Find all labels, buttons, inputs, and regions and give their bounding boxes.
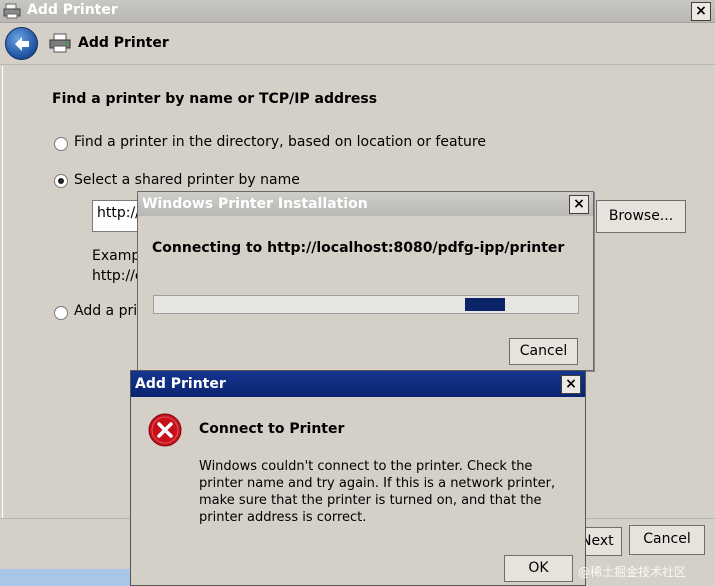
printer-installation-dialog: Windows Printer Installation × Connectin… bbox=[137, 191, 594, 371]
printer-icon bbox=[49, 33, 71, 53]
radio-add-by-ip-label[interactable]: Add a pri bbox=[74, 303, 137, 319]
printer-app-icon bbox=[3, 3, 21, 19]
progress-bar bbox=[153, 295, 579, 314]
taskbar-strip bbox=[0, 569, 132, 586]
radio-select-shared[interactable] bbox=[54, 174, 68, 188]
back-button[interactable] bbox=[5, 27, 38, 60]
back-arrow-icon bbox=[15, 37, 29, 51]
error-heading: Connect to Printer bbox=[199, 421, 345, 437]
example-line-2: http://c bbox=[92, 268, 143, 284]
browse-button[interactable]: Browse... bbox=[596, 200, 686, 233]
error-dialog: Add Printer × Connect to Printer Windows… bbox=[130, 370, 586, 586]
radio-find-in-directory[interactable] bbox=[54, 137, 68, 151]
radio-find-in-directory-label[interactable]: Find a printer in the directory, based o… bbox=[74, 134, 486, 150]
example-line-1: Examp bbox=[92, 248, 141, 264]
ok-button[interactable]: OK bbox=[504, 555, 573, 582]
error-close-button[interactable]: × bbox=[561, 375, 581, 394]
nav-title: Add Printer bbox=[78, 35, 169, 51]
watermark: @稀土掘金技术社区 bbox=[578, 565, 687, 579]
progress-indicator bbox=[465, 298, 505, 311]
install-dialog-title: Windows Printer Installation bbox=[142, 196, 368, 212]
connecting-text: Connecting to http://localhost:8080/pdfg… bbox=[152, 240, 565, 256]
install-close-button[interactable]: × bbox=[569, 195, 589, 214]
error-icon bbox=[148, 413, 182, 447]
cancel-button[interactable]: Cancel bbox=[629, 525, 705, 555]
radio-add-by-ip[interactable] bbox=[54, 306, 68, 320]
main-window-title: Add Printer bbox=[27, 2, 118, 18]
page-heading: Find a printer by name or TCP/IP address bbox=[52, 91, 378, 107]
radio-select-shared-label[interactable]: Select a shared printer by name bbox=[74, 172, 300, 188]
nav-bar: Add Printer bbox=[0, 23, 715, 65]
error-message: Windows couldn't connect to the printer.… bbox=[199, 459, 556, 525]
install-titlebar[interactable]: Windows Printer Installation × bbox=[138, 192, 593, 216]
example-text: Examp http://c bbox=[92, 246, 143, 286]
install-cancel-button[interactable]: Cancel bbox=[509, 338, 578, 365]
error-dialog-title: Add Printer bbox=[135, 376, 226, 392]
main-close-button[interactable]: × bbox=[691, 2, 711, 21]
main-titlebar[interactable]: Add Printer × bbox=[0, 0, 715, 23]
error-titlebar[interactable]: Add Printer × bbox=[131, 371, 585, 397]
